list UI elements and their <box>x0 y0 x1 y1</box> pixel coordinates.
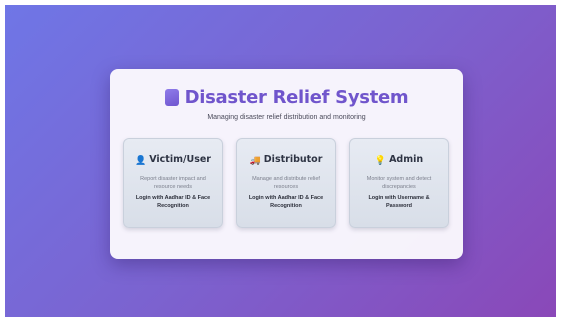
person-icon: 👤 <box>135 154 147 165</box>
role-card-login-method: Login with Aadhar ID & Face Recognition <box>135 195 211 209</box>
role-card-description: Report disaster impact and resource need… <box>140 176 206 190</box>
role-card-title: Distributor <box>263 154 323 165</box>
role-card-title: Victim/User <box>149 154 211 165</box>
role-cards: 👤 Victim/User Report disaster impact and… <box>123 138 450 230</box>
header: Disaster Relief System <box>110 87 463 108</box>
role-card-description: Monitor system and detect discrepancies <box>366 176 432 190</box>
page-title: Disaster Relief System <box>184 87 409 108</box>
role-card-victim[interactable]: 👤 Victim/User Report disaster impact and… <box>123 138 223 228</box>
welcome-panel: Disaster Relief System Managing disaster… <box>110 69 463 259</box>
role-card-login-method: Login with Aadhar ID & Face Recognition <box>248 195 324 209</box>
truck-icon: 🚚 <box>249 154 261 165</box>
role-card-admin[interactable]: 💡 Admin Monitor system and detect discre… <box>349 138 449 228</box>
role-card-distributor[interactable]: 🚚 Distributor Manage and distribute reli… <box>236 138 336 228</box>
page-subtitle: Managing disaster relief distribution an… <box>207 114 366 121</box>
logo-icon <box>164 89 179 106</box>
role-card-login-method: Login with Username & Password <box>368 195 430 209</box>
app-background: Disaster Relief System Managing disaster… <box>5 5 556 317</box>
lightbulb-icon: 💡 <box>374 154 387 165</box>
role-card-title: Admin <box>389 154 424 165</box>
role-card-description: Manage and distribute relief resources <box>252 176 320 190</box>
